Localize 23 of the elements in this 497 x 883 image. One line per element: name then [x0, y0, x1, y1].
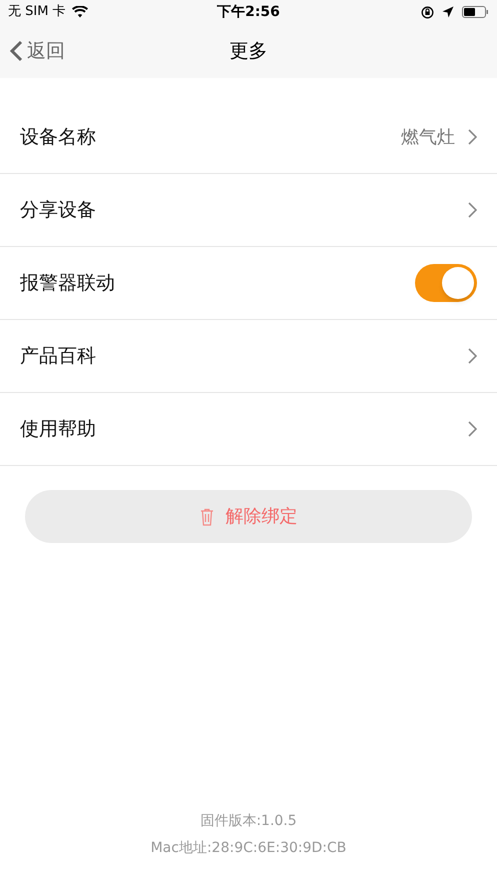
page-title: 更多 — [230, 38, 268, 64]
chevron-right-icon — [468, 202, 477, 218]
chevron-right-icon — [468, 129, 477, 145]
trash-icon — [200, 508, 214, 526]
clock-text: 下午2:56 — [217, 2, 280, 22]
row-label: 产品百科 — [20, 344, 97, 369]
mac-address-text: Mac地址:28:9C:6E:30:9D:CB — [150, 839, 346, 858]
carrier-text: 无 SIM 卡 — [8, 3, 66, 22]
firmware-version-text: 固件版本:1.0.5 — [200, 812, 297, 831]
back-button[interactable]: 返回 — [10, 36, 65, 66]
battery-icon — [462, 6, 489, 18]
row-label: 分享设备 — [20, 198, 97, 223]
location-arrow-icon — [442, 6, 454, 18]
chevron-right-icon — [468, 348, 477, 364]
toggle-switch[interactable] — [415, 264, 477, 302]
chevron-right-icon — [468, 421, 477, 437]
row-label: 报警器联动 — [20, 270, 116, 296]
row-label: 使用帮助 — [20, 416, 97, 442]
rotation-lock-icon — [421, 6, 434, 18]
row-value: 燃气灶 — [401, 126, 455, 150]
wifi-icon — [72, 6, 88, 18]
row-label: 设备名称 — [20, 124, 97, 150]
back-chevron-icon — [10, 40, 23, 62]
